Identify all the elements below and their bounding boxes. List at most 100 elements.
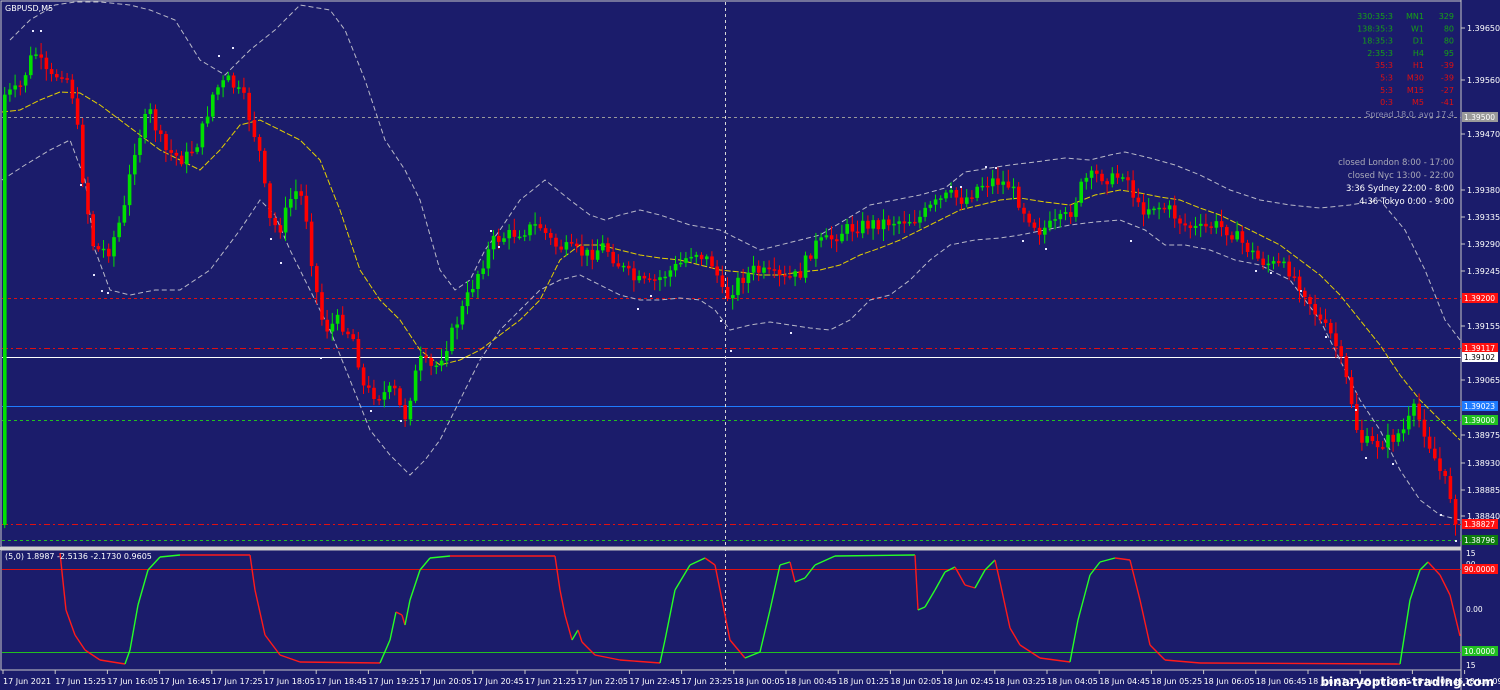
candle[interactable] bbox=[653, 274, 657, 291]
candle[interactable] bbox=[668, 265, 673, 287]
candle[interactable] bbox=[221, 75, 225, 98]
candle[interactable] bbox=[325, 309, 329, 339]
candle[interactable] bbox=[1375, 434, 1380, 459]
candle[interactable] bbox=[590, 239, 595, 270]
candle[interactable] bbox=[1157, 202, 1161, 220]
candle[interactable] bbox=[601, 235, 605, 254]
candle[interactable] bbox=[1297, 269, 1302, 303]
candle[interactable] bbox=[1017, 182, 1021, 211]
candle[interactable] bbox=[777, 265, 782, 287]
candle[interactable] bbox=[580, 234, 584, 267]
candle[interactable] bbox=[543, 224, 548, 240]
candle[interactable] bbox=[861, 212, 865, 239]
candle[interactable] bbox=[689, 247, 693, 263]
candle[interactable] bbox=[247, 87, 251, 132]
candle[interactable] bbox=[75, 87, 80, 130]
candle[interactable] bbox=[933, 194, 938, 212]
candle[interactable] bbox=[798, 262, 803, 280]
candle[interactable] bbox=[263, 148, 267, 188]
candle[interactable] bbox=[117, 216, 121, 242]
candle[interactable] bbox=[1427, 426, 1432, 454]
candlesticks[interactable] bbox=[3, 43, 1458, 536]
candle[interactable] bbox=[268, 181, 272, 227]
candle[interactable] bbox=[18, 80, 23, 96]
candle[interactable] bbox=[1095, 164, 1099, 183]
candle[interactable] bbox=[127, 164, 132, 216]
candle[interactable] bbox=[850, 216, 855, 242]
candle[interactable] bbox=[1339, 340, 1343, 364]
candle[interactable] bbox=[569, 233, 574, 247]
candle[interactable] bbox=[637, 270, 641, 284]
candle[interactable] bbox=[185, 142, 189, 174]
candle[interactable] bbox=[611, 243, 615, 267]
candle[interactable] bbox=[65, 72, 69, 84]
candle[interactable] bbox=[101, 239, 106, 258]
candle[interactable] bbox=[538, 216, 543, 231]
candle[interactable] bbox=[29, 46, 33, 79]
candle[interactable] bbox=[710, 251, 714, 269]
candle[interactable] bbox=[871, 215, 875, 240]
candle[interactable] bbox=[1271, 256, 1276, 270]
candle[interactable] bbox=[1303, 287, 1307, 307]
candle[interactable] bbox=[767, 260, 771, 274]
candle[interactable] bbox=[965, 189, 969, 208]
candle[interactable] bbox=[793, 269, 797, 287]
candle[interactable] bbox=[351, 329, 355, 342]
candle[interactable] bbox=[34, 47, 38, 60]
candle[interactable] bbox=[122, 195, 127, 226]
candle[interactable] bbox=[1074, 197, 1078, 222]
candle[interactable] bbox=[1043, 220, 1047, 244]
candle[interactable] bbox=[13, 74, 17, 98]
candle[interactable] bbox=[1230, 231, 1234, 243]
candle[interactable] bbox=[1349, 369, 1354, 409]
candle[interactable] bbox=[242, 77, 246, 100]
candle[interactable] bbox=[169, 139, 173, 161]
candle[interactable] bbox=[699, 252, 704, 266]
candle[interactable] bbox=[491, 230, 496, 260]
candle[interactable] bbox=[1214, 214, 1219, 234]
candle[interactable] bbox=[49, 62, 54, 82]
candle[interactable] bbox=[367, 376, 371, 393]
candle[interactable] bbox=[751, 255, 756, 281]
candle[interactable] bbox=[1256, 245, 1260, 262]
candle[interactable] bbox=[788, 265, 792, 280]
candle[interactable] bbox=[980, 177, 985, 191]
candle[interactable] bbox=[1334, 322, 1338, 358]
candle[interactable] bbox=[595, 239, 600, 262]
candle[interactable] bbox=[450, 323, 454, 355]
candle[interactable] bbox=[1063, 206, 1068, 221]
candle[interactable] bbox=[23, 72, 28, 93]
candle[interactable] bbox=[1121, 173, 1125, 182]
candle[interactable] bbox=[195, 143, 199, 155]
candle[interactable] bbox=[783, 265, 787, 285]
candle[interactable] bbox=[164, 131, 168, 162]
candle[interactable] bbox=[725, 277, 730, 302]
candle[interactable] bbox=[996, 167, 1000, 195]
candle[interactable] bbox=[902, 211, 907, 233]
candle[interactable] bbox=[8, 83, 12, 102]
candle[interactable] bbox=[928, 201, 933, 212]
candle[interactable] bbox=[1391, 429, 1395, 452]
candle[interactable] bbox=[855, 220, 860, 238]
candle[interactable] bbox=[559, 239, 563, 253]
candle[interactable] bbox=[387, 382, 392, 399]
candle[interactable] bbox=[1058, 209, 1063, 228]
candle[interactable] bbox=[824, 228, 829, 240]
candle[interactable] bbox=[320, 283, 324, 326]
candle[interactable] bbox=[403, 398, 407, 427]
candle[interactable] bbox=[803, 251, 808, 283]
candle[interactable] bbox=[835, 234, 839, 253]
candle[interactable] bbox=[382, 381, 387, 408]
candle[interactable] bbox=[481, 260, 485, 280]
candle[interactable] bbox=[1282, 257, 1286, 268]
candle[interactable] bbox=[647, 273, 652, 283]
candle[interactable] bbox=[923, 202, 927, 222]
candle[interactable] bbox=[762, 261, 766, 279]
candle[interactable] bbox=[273, 212, 277, 233]
candle[interactable] bbox=[1422, 409, 1427, 448]
candle[interactable] bbox=[517, 230, 522, 240]
candle[interactable] bbox=[341, 306, 345, 336]
candle[interactable] bbox=[148, 103, 153, 123]
candle[interactable] bbox=[528, 221, 532, 241]
candle[interactable] bbox=[1433, 436, 1437, 461]
